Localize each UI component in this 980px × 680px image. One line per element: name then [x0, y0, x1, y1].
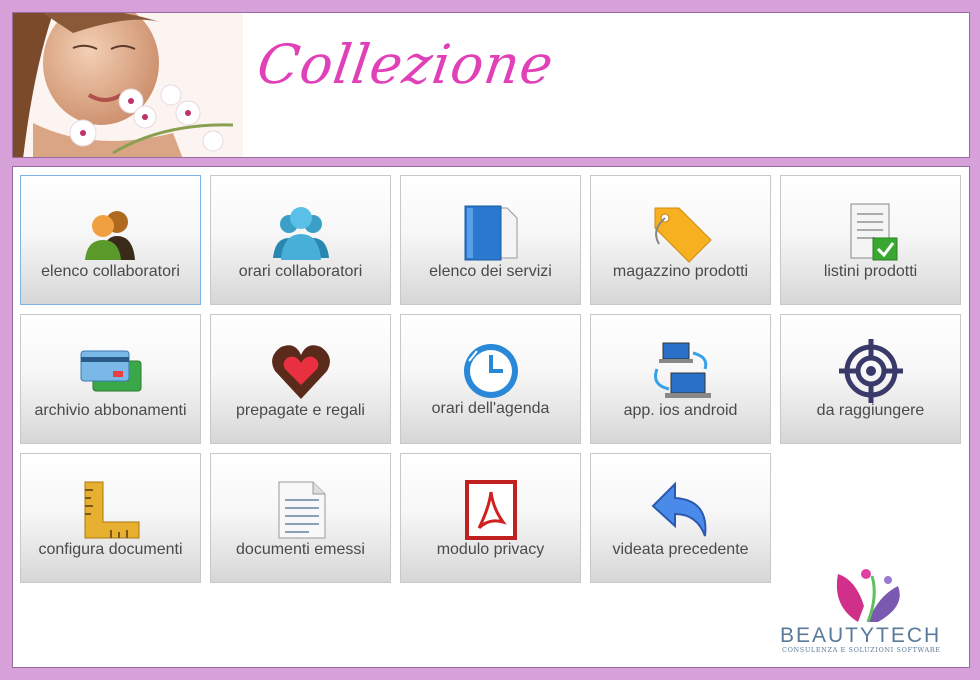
- pdf-icon: [464, 480, 517, 540]
- price-list-check-icon: [850, 203, 897, 261]
- credit-cards-icon: [80, 350, 141, 392]
- tile-label: configura documenti: [38, 541, 183, 558]
- target-icon: [838, 339, 903, 403]
- tile-label: app. ios android: [623, 402, 738, 419]
- logo-tagline: CONSULENZA E SOLUZIONI SOFTWARE: [782, 646, 941, 654]
- clock-icon: [463, 344, 518, 398]
- header-banner: Collezione: [12, 12, 970, 158]
- tile-label: listini prodotti: [823, 263, 918, 280]
- tile-label: orari collaboratori: [238, 263, 363, 280]
- logo-name: BEAUTYTECH: [780, 624, 942, 647]
- menu-tile-magazzino-prodotti[interactable]: magazzino prodotti: [590, 175, 771, 305]
- tile-label: prepagate e regali: [236, 402, 365, 419]
- tile-label: archivio abbonamenti: [34, 402, 187, 419]
- tile-label: documenti emessi: [236, 541, 365, 558]
- menu-tile-elenco-collaboratori[interactable]: elenco collaboratori: [20, 175, 201, 305]
- menu-tile-archivio-abbonamenti[interactable]: archivio abbonamenti: [20, 314, 201, 444]
- menu-tile-configura-documenti[interactable]: configura documenti: [20, 453, 201, 583]
- menu-tile-elenco-servizi[interactable]: elenco dei servizi: [400, 175, 581, 305]
- tile-label: magazzino prodotti: [612, 263, 749, 280]
- brand-title: Collezione: [253, 33, 558, 96]
- document-icon: [278, 481, 325, 539]
- services-folder-icon: [464, 205, 517, 261]
- butterfly-logo-icon: [836, 569, 900, 623]
- staff-schedule-icon: [272, 207, 329, 260]
- menu-tile-listini-prodotti[interactable]: listini prodotti: [780, 175, 961, 305]
- collaborators-icon: [84, 211, 135, 260]
- tile-label: elenco dei servizi: [429, 263, 552, 280]
- menu-tile-da-raggiungere[interactable]: da raggiungere: [780, 314, 961, 444]
- menu-tile-app-ios-android[interactable]: app. ios android: [590, 314, 771, 444]
- tile-label: videata precedente: [612, 541, 749, 558]
- tile-label: orari dell'agenda: [431, 400, 550, 417]
- woman-orchid-photo: [13, 13, 243, 157]
- back-arrow-icon: [651, 481, 706, 537]
- price-tag-icon: [654, 207, 712, 263]
- menu-tile-modulo-privacy[interactable]: modulo privacy: [400, 453, 581, 583]
- beautytech-logo: BEAUTYTECH CONSULENZA E SOLUZIONI SOFTWA…: [780, 566, 960, 656]
- tile-label: da raggiungere: [816, 402, 925, 419]
- chocolate-heart-icon: [271, 345, 330, 399]
- menu-tile-videata-precedente[interactable]: videata precedente: [590, 453, 771, 583]
- ruler-icon: [84, 481, 139, 539]
- tile-label: modulo privacy: [436, 541, 545, 558]
- tile-label: elenco collaboratori: [41, 263, 180, 280]
- menu-tile-orari-collaboratori[interactable]: orari collaboratori: [210, 175, 391, 305]
- network-computers-icon: [653, 342, 711, 398]
- menu-tile-documenti-emessi[interactable]: documenti emessi: [210, 453, 391, 583]
- menu-tile-orari-agenda[interactable]: orari dell'agenda: [400, 314, 581, 444]
- menu-tile-prepagate-regali[interactable]: prepagate e regali: [210, 314, 391, 444]
